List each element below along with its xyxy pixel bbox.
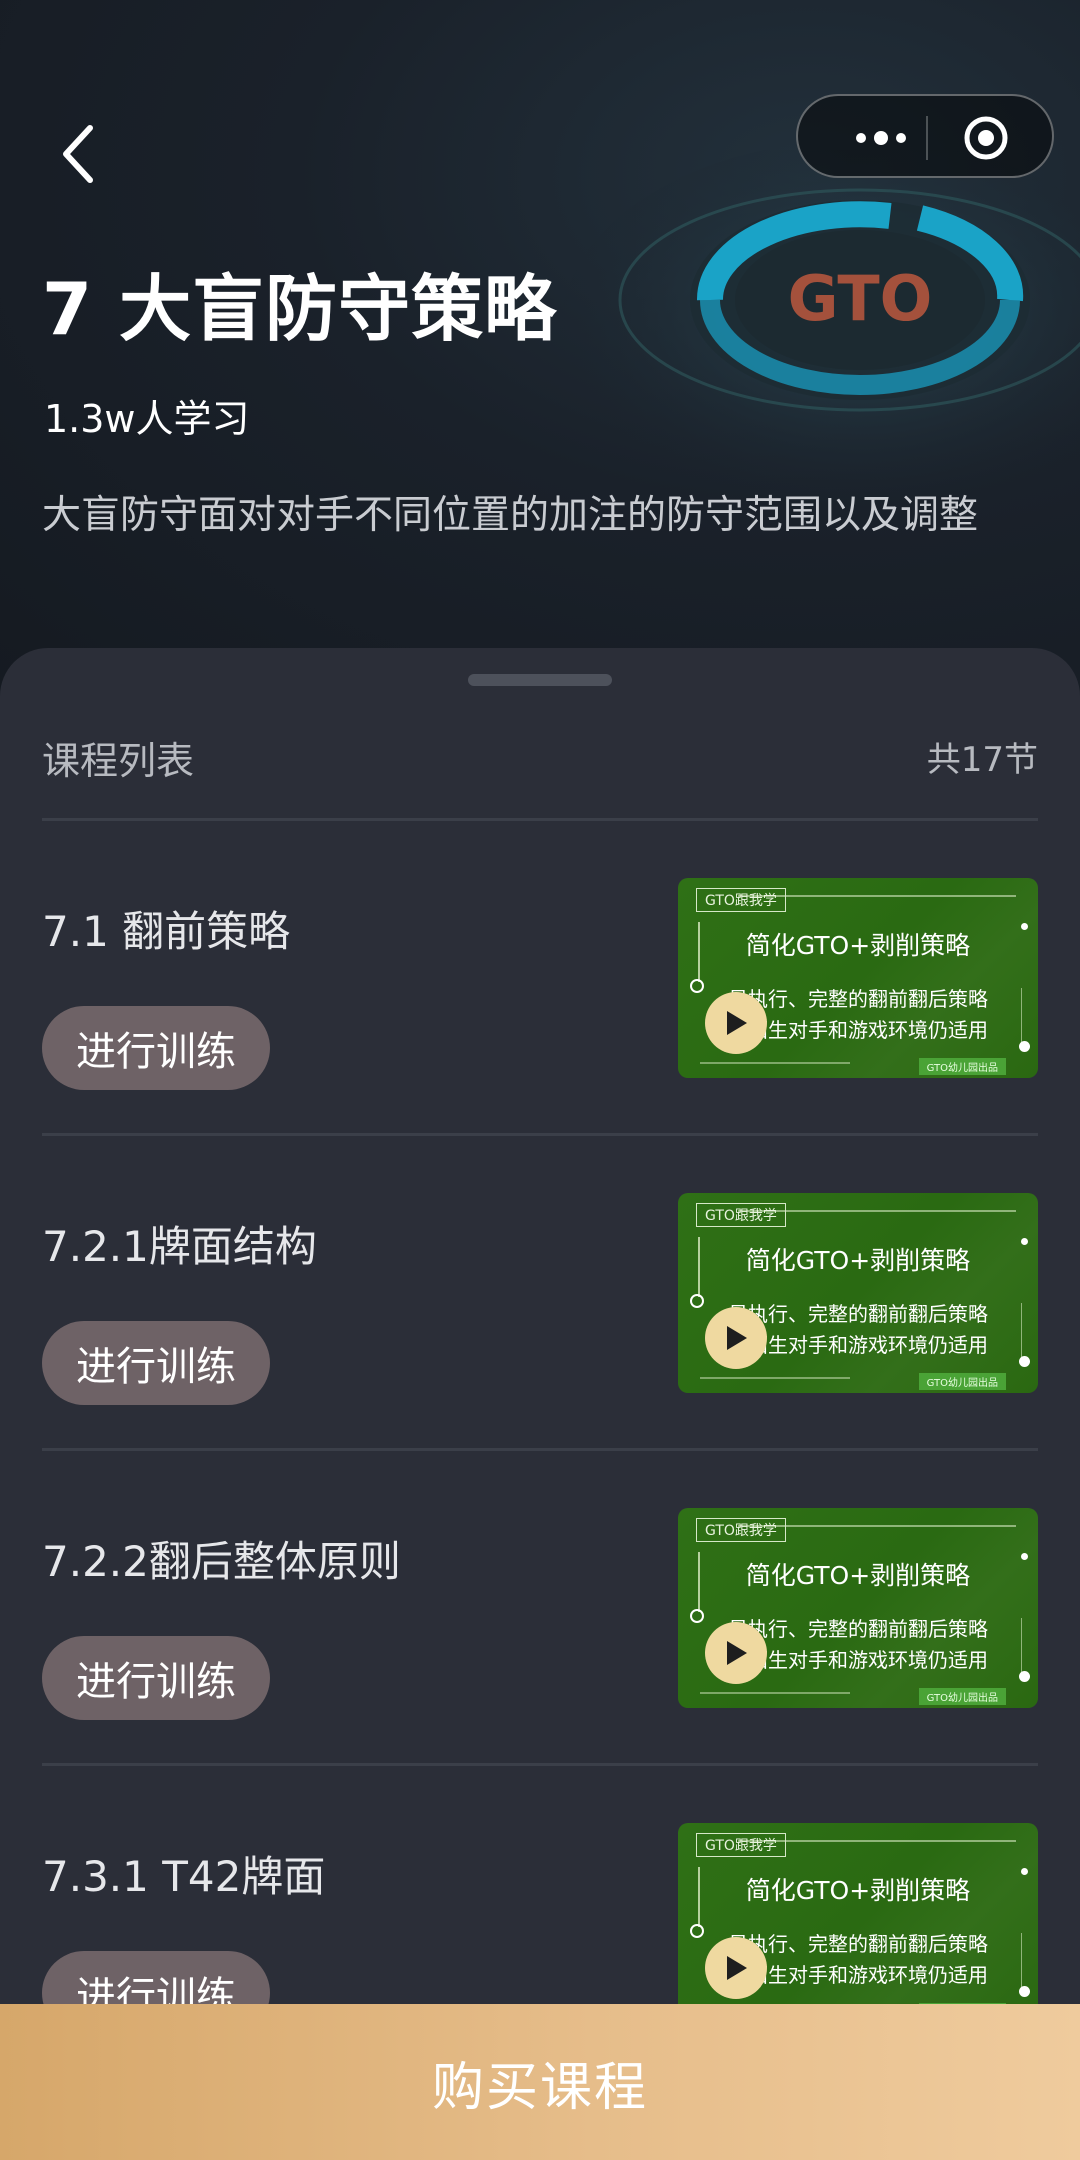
thumb-line-1: 易执行、完整的翻前翻后策略 bbox=[728, 1932, 988, 1956]
play-button[interactable] bbox=[705, 1622, 767, 1684]
target-icon bbox=[964, 116, 1008, 160]
thumb-decor-line bbox=[1020, 988, 1022, 1048]
thumb-headline: 简化GTO+剥削策略 bbox=[745, 1876, 971, 1905]
more-dots-icon bbox=[856, 131, 906, 145]
thumb-headline: 简化GTO+剥削策略 bbox=[745, 1561, 971, 1590]
thumb-badge: GTO幼儿园出品 bbox=[918, 1373, 1006, 1390]
lesson-video-thumbnail[interactable]: GTO跟我学 简化GTO+剥削策略 易执行、完整的翻前翻后策略 对陌生对手和游戏… bbox=[678, 878, 1038, 1078]
play-button[interactable] bbox=[705, 1307, 767, 1369]
play-button[interactable] bbox=[705, 992, 767, 1054]
lesson-item[interactable]: 7.1 翻前策略 进行训练 GTO跟我学 简化GTO+剥削策略 易执行、完整的翻… bbox=[0, 878, 1080, 1192]
thumb-headline: 简化GTO+剥削策略 bbox=[745, 1246, 971, 1275]
course-list-sheet: 课程列表 共17节 7.1 翻前策略 进行训练 GTO跟我学 简化GTO+剥削策… bbox=[0, 648, 1080, 2160]
play-icon bbox=[727, 1011, 747, 1035]
thumb-line-2: 对陌生对手和游戏环境仍适用 bbox=[728, 1333, 988, 1357]
thumb-decor-line bbox=[1020, 1933, 1022, 1993]
start-training-button[interactable]: 进行训练 bbox=[42, 1321, 270, 1405]
play-icon bbox=[727, 1956, 747, 1980]
course-header: GTO 7 大盲防守策略 1.3w人学习 大盲防守面对对手不同位置的加注的防守范… bbox=[0, 0, 1080, 700]
play-icon bbox=[727, 1326, 747, 1350]
lesson-video-thumbnail[interactable]: GTO跟我学 简化GTO+剥削策略 易执行、完整的翻前翻后策略 对陌生对手和游戏… bbox=[678, 1823, 1038, 2023]
thumb-line-2: 对陌生对手和游戏环境仍适用 bbox=[728, 1018, 988, 1042]
thumb-line-2: 对陌生对手和游戏环境仍适用 bbox=[728, 1648, 988, 1672]
more-button[interactable] bbox=[836, 118, 926, 158]
start-training-button[interactable]: 进行训练 bbox=[42, 1636, 270, 1720]
thumb-decor-dot bbox=[1019, 1356, 1030, 1367]
thumb-decor-ring bbox=[690, 1294, 704, 1308]
lesson-item[interactable]: 7.2.2翻后整体原则 进行训练 GTO跟我学 简化GTO+剥削策略 易执行、完… bbox=[0, 1508, 1080, 1822]
thumb-decor-dot bbox=[1019, 1986, 1030, 1997]
thumb-decor-line bbox=[700, 1062, 850, 1064]
lesson-title: 7.2.1牌面结构 bbox=[42, 1222, 317, 1271]
thumb-decor-ring bbox=[690, 979, 704, 993]
lesson-title: 7.3.1 T42牌面 bbox=[42, 1852, 326, 1901]
drag-handle[interactable] bbox=[468, 674, 612, 686]
thumb-headline: 简化GTO+剥削策略 bbox=[745, 931, 971, 960]
start-training-button[interactable]: 进行训练 bbox=[42, 1006, 270, 1090]
thumb-badge: GTO幼儿园出品 bbox=[918, 1688, 1006, 1705]
thumb-decor-ring bbox=[690, 1609, 704, 1623]
divider bbox=[42, 1763, 1038, 1766]
chevron-left-icon bbox=[63, 125, 93, 183]
course-title: 7 大盲防守策略 bbox=[42, 267, 558, 351]
lesson-item[interactable]: 7.2.1牌面结构 进行训练 GTO跟我学 简化GTO+剥削策略 易执行、完整的… bbox=[0, 1193, 1080, 1507]
lesson-title: 7.2.2翻后整体原则 bbox=[42, 1537, 401, 1586]
thumb-tag: GTO跟我学 bbox=[696, 1518, 786, 1542]
thumb-tag: GTO跟我学 bbox=[696, 1833, 786, 1857]
divider bbox=[42, 1133, 1038, 1136]
course-list-title: 课程列表 bbox=[42, 739, 195, 783]
thumb-decor-ring bbox=[690, 1924, 704, 1938]
thumb-tag: GTO跟我学 bbox=[696, 1203, 786, 1227]
play-icon bbox=[727, 1641, 747, 1665]
thumb-line-1: 易执行、完整的翻前翻后策略 bbox=[728, 1617, 988, 1641]
divider bbox=[42, 1448, 1038, 1451]
buy-course-button[interactable]: 购买课程 bbox=[0, 2004, 1080, 2160]
close-mini-program-button[interactable] bbox=[958, 114, 1014, 162]
thumb-badge: GTO幼儿园出品 bbox=[918, 1058, 1006, 1075]
thumb-line-1: 易执行、完整的翻前翻后策略 bbox=[728, 987, 988, 1011]
capsule-divider bbox=[926, 116, 928, 160]
lesson-video-thumbnail[interactable]: GTO跟我学 简化GTO+剥削策略 易执行、完整的翻前翻后策略 对陌生对手和游戏… bbox=[678, 1508, 1038, 1708]
mini-program-capsule bbox=[796, 94, 1054, 178]
thumb-decor-line bbox=[1020, 1303, 1022, 1363]
thumb-line-1: 易执行、完整的翻前翻后策略 bbox=[728, 1302, 988, 1326]
thumb-decor-line bbox=[700, 1377, 850, 1379]
thumb-decor-dot bbox=[1019, 1041, 1030, 1052]
lesson-video-thumbnail[interactable]: GTO跟我学 简化GTO+剥削策略 易执行、完整的翻前翻后策略 对陌生对手和游戏… bbox=[678, 1193, 1038, 1393]
learner-count: 1.3w人学习 bbox=[44, 397, 250, 441]
lesson-title: 7.1 翻前策略 bbox=[42, 907, 291, 956]
thumb-line-2: 对陌生对手和游戏环境仍适用 bbox=[728, 1963, 988, 1987]
thumb-decor-dot bbox=[1019, 1671, 1030, 1682]
back-button[interactable] bbox=[50, 118, 106, 190]
gto-art-text: GTO bbox=[788, 262, 933, 335]
thumb-decor-line bbox=[1020, 1618, 1022, 1678]
divider bbox=[42, 818, 1038, 821]
lesson-count: 共17节 bbox=[926, 740, 1038, 780]
play-button[interactable] bbox=[705, 1937, 767, 1999]
thumb-tag: GTO跟我学 bbox=[696, 888, 786, 912]
course-description: 大盲防守面对对手不同位置的加注的防守范围以及调整 bbox=[42, 493, 979, 538]
thumb-decor-line bbox=[700, 1692, 850, 1694]
